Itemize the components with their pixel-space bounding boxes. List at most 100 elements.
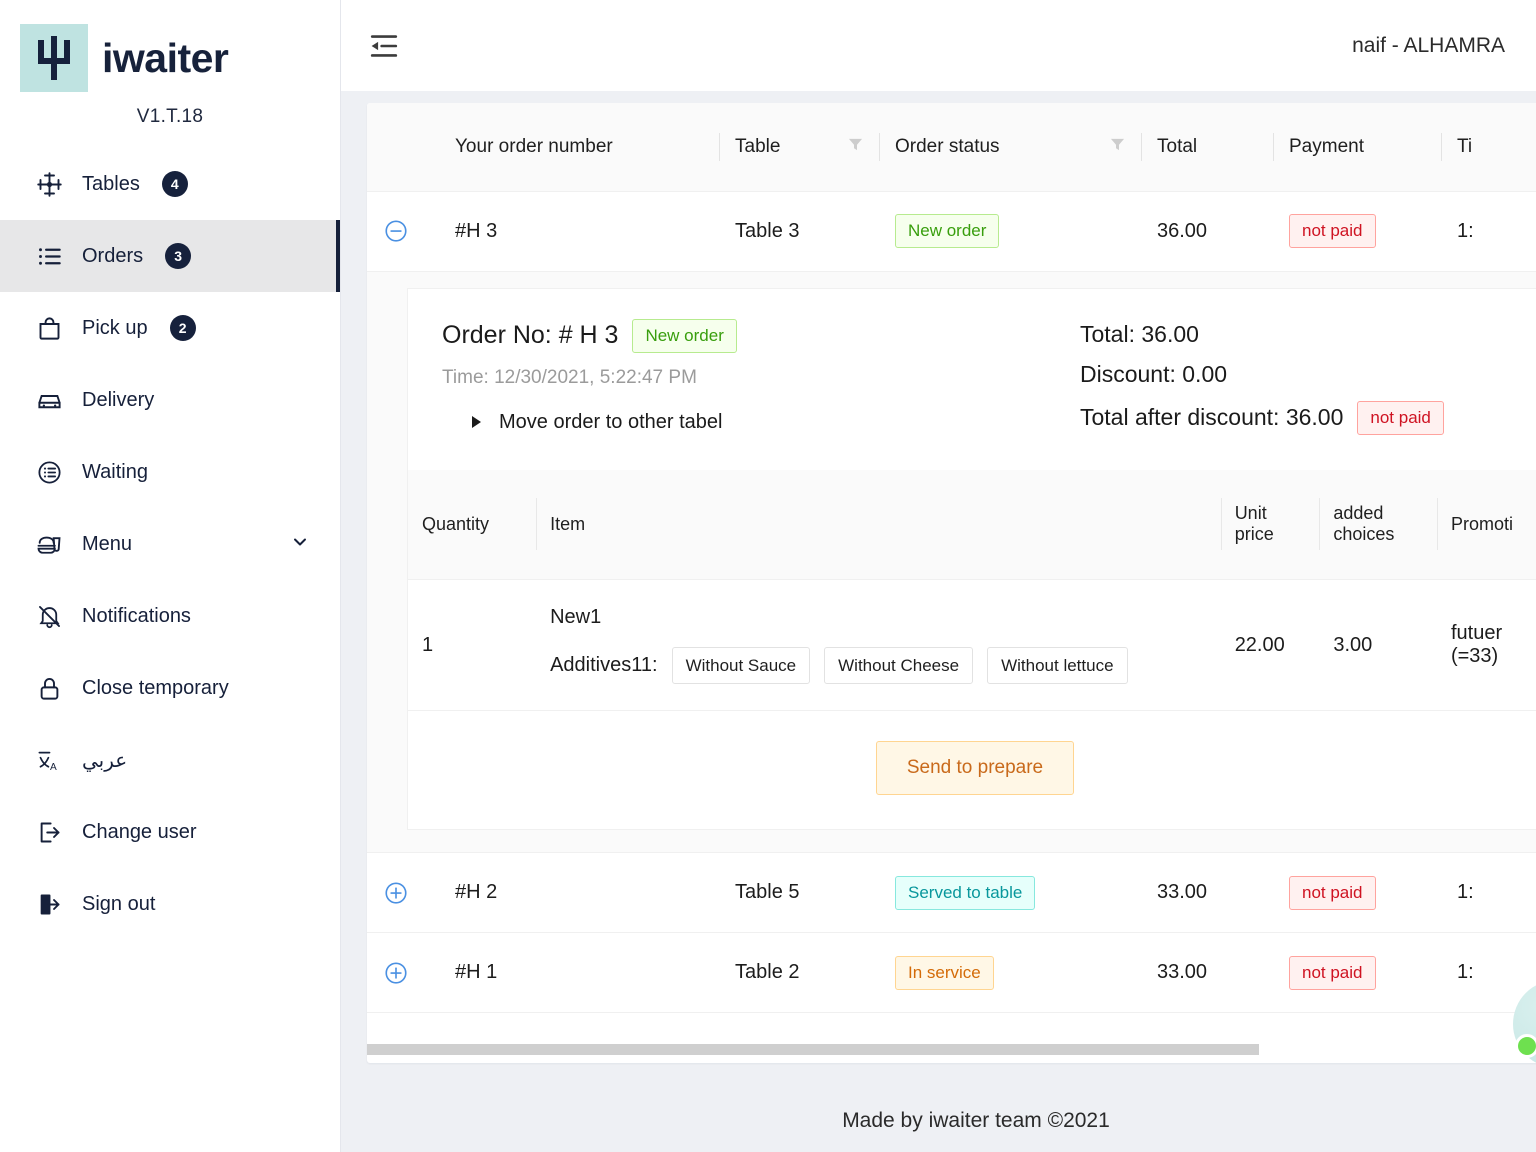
svg-text:A: A [49,762,56,773]
cell-order-status: Served to table [879,853,1141,933]
col-label: Total [1157,136,1197,158]
sidebar-item-label: Tables [82,173,140,196]
logout-icon [34,817,64,847]
col-total: Total [1141,103,1273,191]
col-quantity: Quantity [408,470,536,580]
col-order-number: Your order number [439,103,719,191]
detail-discount-text: Discount: 0.00 [1080,361,1227,388]
status-badge: In service [895,956,994,990]
order-detail-status-badge: New order [632,319,736,353]
send-to-prepare-row: Send to prepare [408,711,1536,829]
item-name: New1 [550,606,1207,629]
item-details: New1 Additives11: Without Sauce Without … [536,580,1221,711]
col-payment: Payment [1273,103,1441,191]
choice-chip[interactable]: Without lettuce [987,647,1127,684]
cell-payment: not paid [1273,933,1441,1013]
topbar-right: naif - ALHAMRA [1352,31,1536,61]
horizontal-scrollbar[interactable] [367,1044,1510,1055]
status-badge: New order [895,214,999,248]
cell-order-number: #H 2 [439,853,719,933]
table-row[interactable]: #H 2 Table 5 Served to table 33.00 not p… [367,853,1536,933]
sidebar-item-notifications[interactable]: Notifications [0,580,340,652]
col-item: Item [536,470,1221,580]
detail-total: Total: 36.00 [1080,321,1510,348]
orders-table-scroll[interactable]: Your order number Table [367,103,1536,1063]
cell-payment: not paid [1273,191,1441,271]
circle-list-icon [34,457,64,487]
sidebar-item-orders[interactable]: Orders 3 [0,220,340,292]
bag-icon [34,313,64,343]
sidebar-item-pick-up[interactable]: Pick up 2 [0,292,340,364]
detail-total-text: Total: 36.00 [1080,321,1199,348]
chevron-down-icon[interactable] [290,532,310,557]
item-promotion: futuer (=33) [1437,580,1536,711]
table-row[interactable]: #H 1 Table 2 In service 33.00 not paid 1… [367,933,1536,1013]
brand: iwaiter [0,0,340,92]
cell-payment: not paid [1273,853,1441,933]
orders-table: Your order number Table [367,103,1536,1013]
additives-label: Additives11: [550,654,657,677]
cell-table: Table 2 [719,933,879,1013]
sidebar-item-label: Pick up [82,317,148,340]
col-label: Table [735,136,780,158]
cell-total: 33.00 [1141,933,1273,1013]
sidebar-item-change-user[interactable]: Change user [0,796,340,868]
sidebar-item-menu[interactable]: Menu [0,508,340,580]
cell-order-number: #H 1 [439,933,719,1013]
sidebar-item-tables[interactable]: Tables 4 [0,148,340,220]
orders-table-head: Your order number Table [367,103,1536,191]
sidebar-item-delivery[interactable]: Delivery [0,364,340,436]
move-order-toggle[interactable]: Move order to other tabel [472,411,1080,434]
payment-badge: not paid [1289,956,1376,990]
cell-total: 36.00 [1141,191,1273,271]
plus-circle-icon[interactable] [383,880,409,906]
scrollbar-thumb[interactable] [367,1044,1259,1055]
choice-chip[interactable]: Without Cheese [824,647,973,684]
cell-table: Table 5 [719,853,879,933]
order-detail-left: Order No: # H 3 New order Time: 12/30/20… [442,319,1080,448]
sidebar-item-sign-out[interactable]: Sign out [0,868,340,940]
sidebar-item-label: Waiting [82,461,148,484]
cell-total: 33.00 [1141,853,1273,933]
sidebar-item-waiting[interactable]: Waiting [0,436,340,508]
send-to-prepare-button[interactable]: Send to prepare [876,741,1074,795]
order-items-table: Quantity Item Unit price added choices P… [408,470,1536,712]
food-drink-icon [34,529,64,559]
minus-circle-icon[interactable] [383,218,409,244]
cell-order-status: In service [879,933,1141,1013]
sidebar-item-language-arabic[interactable]: A عربي [0,724,340,796]
tables-icon [34,169,64,199]
table-row[interactable]: #H 3 Table 3 New order 36.00 not paid 1: [367,191,1536,271]
sidebar-item-label: Sign out [82,893,155,916]
current-user-label: naif - ALHAMRA [1352,34,1505,58]
order-items-body: 1 New1 Additives11: Without Sauce [408,580,1536,711]
item-added-choices: 3.00 [1319,580,1437,711]
col-time: Ti [1441,103,1536,191]
filter-icon-order-status[interactable] [1110,136,1125,158]
sidebar-item-close-temporary[interactable]: Close temporary [0,652,340,724]
filter-icon-table[interactable] [848,136,863,158]
order-items-head: Quantity Item Unit price added choices P… [408,470,1536,580]
plus-circle-icon[interactable] [383,960,409,986]
order-detail-totals: Total: 36.00 Discount: 0.00 Total after … [1080,319,1510,448]
choice-chip[interactable]: Without Sauce [672,647,811,684]
expand-cell[interactable] [367,933,439,1013]
sidebar-item-label: Menu [82,533,132,556]
sidebar-item-label: Orders [82,245,143,268]
sidebar-item-label: Delivery [82,389,154,412]
sidebar-nav: Tables 4 Orders 3 [0,148,340,940]
order-detail-title: Order No: # H 3 New order [442,319,1080,353]
order-detail-row: Order No: # H 3 New order Time: 12/30/20… [367,271,1536,853]
col-added-choices: added choices [1319,470,1437,580]
bell-off-icon [34,601,64,631]
expand-cell[interactable] [367,853,439,933]
signout-filled-icon [34,889,64,919]
car-icon [34,385,64,415]
menu-collapse-icon[interactable] [367,29,401,63]
expand-cell[interactable] [367,191,439,271]
order-detail-time: Time: 12/30/2021, 5:22:47 PM [442,367,1080,389]
sidebar-badge: 3 [165,243,191,269]
cell-time: 1: [1441,853,1536,933]
chat-online-status-dot [1515,1034,1536,1058]
order-items-header-row: Quantity Item Unit price added choices P… [408,470,1536,580]
